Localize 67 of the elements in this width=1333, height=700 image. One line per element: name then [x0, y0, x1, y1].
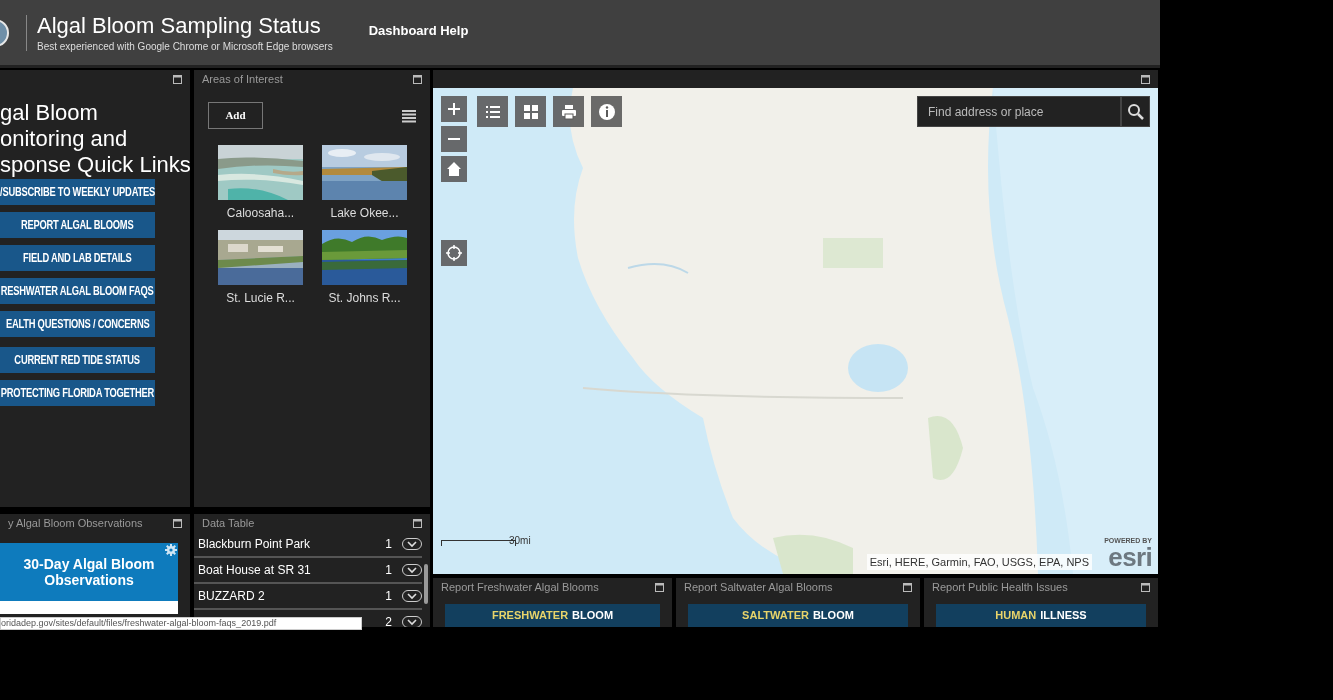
quick-link-button[interactable]: FIELD AND LAB DETAILS [0, 245, 155, 271]
add-button[interactable]: Add [208, 102, 263, 129]
crosshair-icon [444, 243, 464, 263]
card-title: 30-Day Algal Bloom Observations [22, 556, 156, 588]
maximize-icon[interactable] [1141, 74, 1150, 84]
search-icon [1126, 102, 1145, 121]
area-label[interactable]: Caloosaha... [226, 204, 295, 222]
minus-icon [448, 138, 460, 140]
quick-link-button[interactable]: EALTH QUESTIONS / CONCERNS [0, 311, 155, 337]
settings-icon[interactable] [165, 544, 177, 556]
panel-title: Report Freshwater Algal Blooms [441, 579, 599, 595]
table-cell-text: 1 [385, 562, 392, 579]
panel-title: Areas of Interest [202, 71, 283, 87]
quick-link-button[interactable]: /SUBSCRIBE TO WEEKLY UPDATES [0, 179, 155, 205]
maximize-icon[interactable] [173, 518, 182, 528]
report-button[interactable]: HUMAN ILLNESS [936, 604, 1146, 627]
table-cell-text: 1 [385, 588, 392, 605]
table-cell-text: Boat House at SR 31 [198, 562, 311, 579]
search-field[interactable]: Find address or place [917, 96, 1121, 127]
report-button[interactable]: FRESHWATER BLOOM [445, 604, 660, 627]
panel-title: Report Saltwater Algal Blooms [684, 579, 833, 595]
quick-link-button[interactable]: CURRENT RED TIDE STATUS [0, 347, 155, 373]
table-cell-text: BUZZARD 2 [198, 588, 265, 605]
table-cell-text: 2 [385, 614, 392, 627]
legend-button[interactable] [477, 96, 508, 127]
expand-icon[interactable] [402, 564, 422, 576]
expand-icon[interactable] [402, 590, 422, 602]
heading-text: sponse Quick Links [0, 152, 190, 178]
maximize-icon[interactable] [413, 518, 422, 528]
maximize-icon[interactable] [413, 74, 422, 84]
info-icon [596, 101, 617, 122]
quick-link-button[interactable]: PROTECTING FLORIDA TOGETHER [0, 380, 155, 406]
heading-text: gal Bloom [0, 100, 99, 126]
quick-link-button[interactable]: RESHWATER ALGAL BLOOM FAQS [0, 278, 155, 304]
search-button[interactable] [1121, 96, 1150, 127]
heading-text: onitoring and [0, 126, 129, 152]
print-button[interactable] [553, 96, 584, 127]
status-url: oridadep.gov/sites/default/files/freshwater-algal-bloom-faqs_2019.pdf [0, 617, 362, 630]
dashboard-title: Algal Bloom Sampling Status [37, 11, 322, 40]
zoom-in-button[interactable] [441, 96, 467, 122]
expand-icon[interactable] [402, 538, 422, 550]
menu-icon[interactable] [402, 108, 416, 123]
help-link[interactable]: Dashboard Help [368, 20, 469, 41]
locate-button[interactable] [441, 240, 467, 266]
zoom-out-button[interactable] [441, 126, 467, 152]
quick-link-button[interactable]: REPORT ALGAL BLOOMS [0, 212, 155, 238]
maximize-icon[interactable] [173, 74, 182, 84]
area-label[interactable]: Lake Okee... [330, 204, 399, 222]
dashboard-subtitle: Best experienced with Google Chrome or Microsoft Edge browsers [37, 39, 333, 54]
scrollbar[interactable] [424, 564, 428, 604]
area-label[interactable]: St. Johns R... [328, 289, 401, 307]
logo-icon [0, 17, 10, 48]
maximize-icon[interactable] [655, 582, 664, 592]
table-cell-text: 1 [385, 536, 392, 553]
esri-logo: esri [1108, 544, 1152, 570]
report-button[interactable]: SALTWATER BLOOM [688, 604, 908, 627]
maximize-icon[interactable] [1141, 582, 1150, 592]
area-label[interactable]: St. Lucie R... [226, 289, 295, 307]
table-cell-text: Blackburn Point Park [198, 536, 311, 553]
panel-title: y Algal Bloom Observations [8, 515, 143, 531]
expand-icon[interactable] [402, 616, 422, 627]
basemap-button[interactable] [515, 96, 546, 127]
info-button[interactable] [591, 96, 622, 127]
home-button[interactable] [441, 156, 467, 182]
panel-title: Report Public Health Issues [932, 579, 1068, 595]
panel-title: Data Table [202, 515, 255, 531]
maximize-icon[interactable] [903, 582, 912, 592]
